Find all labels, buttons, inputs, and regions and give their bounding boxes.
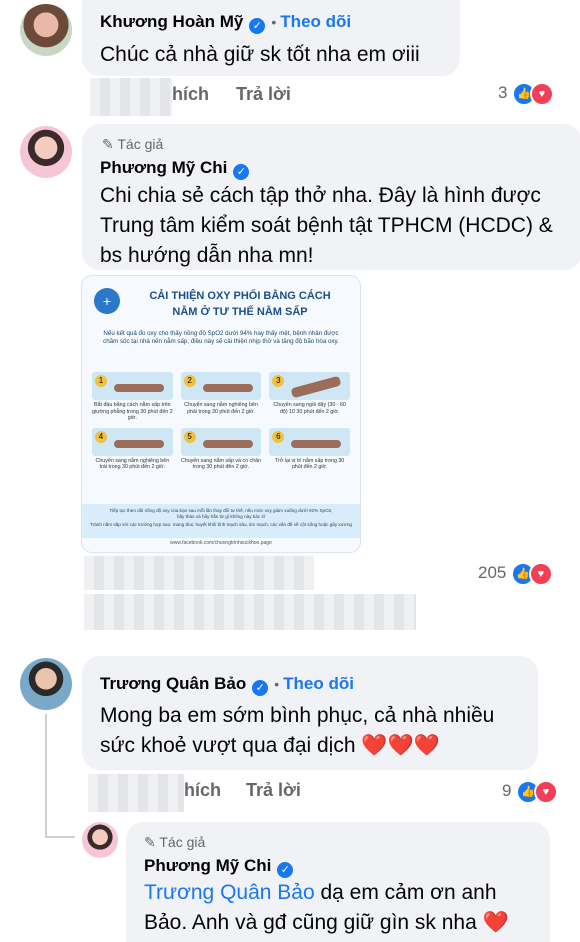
- separator-dot: •: [274, 676, 280, 692]
- poster-step: 2 Chuyển sang nằm nghiêng bên phải trong…: [180, 372, 262, 422]
- author-name[interactable]: Phương Mỹ Chi: [100, 158, 227, 177]
- comment-text: Mong ba em sớm bình phục, cả nhà nhiều s…: [100, 704, 495, 757]
- reply-text: Trương Quân Bảo dạ em cảm ơn anh Bảo. An…: [144, 878, 540, 938]
- avatar-truong-quan-bao[interactable]: [20, 658, 72, 710]
- author-name[interactable]: Phương Mỹ Chi: [144, 856, 271, 875]
- comment-text: Chúc cả nhà giữ sk tốt nha em ơiii: [100, 43, 420, 66]
- poster-source: www.facebook.com/chuongtrinhsuckhoe.page: [170, 540, 272, 546]
- poster-title-2: NẰM Ở TƯ THẾ NẰM SẤP: [172, 306, 308, 318]
- reaction-summary[interactable]: 9 👍 ♥: [502, 780, 558, 804]
- avatar-phuong-my-chi[interactable]: [20, 126, 72, 178]
- blurred-like-label: [88, 774, 184, 812]
- blurred-like-label: [90, 78, 172, 116]
- pen-icon: ✎: [144, 834, 156, 850]
- author-tag-label: Tác giả: [159, 834, 206, 850]
- verified-badge-icon: ✓: [252, 680, 269, 696]
- like-button[interactable]: hích: [172, 84, 209, 105]
- separator-dot: •: [271, 14, 277, 30]
- author-tag-label: Tác giả: [117, 136, 164, 152]
- author-name[interactable]: Khương Hoàn Mỹ: [100, 12, 243, 31]
- heart-icon: ♥: [528, 562, 553, 586]
- author-tag: ✎ Tác giả: [144, 834, 205, 851]
- heart-icon: ♥: [529, 82, 554, 106]
- reply-thread-line: [45, 714, 47, 838]
- poster-logo-icon: +: [94, 288, 120, 314]
- attached-poster-image[interactable]: + CẢI THIỆN OXY PHỔI BẰNG CÁCH NẰM Ở TƯ …: [82, 276, 360, 552]
- poster-step: 5 Chuyển sang nằm sấp và co chân trong 3…: [180, 427, 262, 471]
- like-button[interactable]: hích: [184, 780, 221, 801]
- blurred-replies-link: [84, 594, 416, 630]
- comment-2-header: Phương Mỹ Chi ✓: [100, 158, 250, 180]
- reaction-count: 205: [478, 563, 507, 583]
- reaction-count: 9: [502, 781, 512, 801]
- reaction-summary[interactable]: 205 👍 ♥: [478, 562, 553, 586]
- poster-steps-grid: 1 Bắt đầu bằng cách nằm sấp trên giường …: [92, 372, 350, 471]
- reply-thread-branch: [45, 836, 75, 838]
- verified-badge-icon: ✓: [277, 862, 294, 878]
- follow-button[interactable]: Theo dõi: [280, 12, 351, 31]
- verified-badge-icon: ✓: [249, 18, 266, 34]
- poster-footer: Tiếp tục theo dõi nồng độ oxy của bạn sa…: [82, 504, 360, 538]
- blurred-actions: [84, 556, 314, 590]
- verified-badge-icon: ✓: [233, 164, 250, 180]
- reply-header: Phương Mỹ Chi ✓: [144, 856, 294, 878]
- avatar-phuong-my-chi[interactable]: [82, 822, 118, 858]
- poster-step: 4 Chuyển sang nằm nghiêng bên trái trong…: [92, 427, 173, 471]
- poster-intro: Nếu kết quả đo oxy cho thấy nồng độ SpO2…: [103, 330, 339, 345]
- reaction-summary[interactable]: 3 👍 ♥: [498, 82, 554, 106]
- poster-step: 3 Chuyển sang ngồi dậy (30 - 60 độ) 10 3…: [269, 372, 350, 422]
- comment-3-header: Trương Quân Bảo ✓ • Theo dõi: [100, 674, 354, 696]
- reaction-count: 3: [498, 83, 508, 103]
- heart-icon: ♥: [533, 780, 558, 804]
- avatar-khuong-hoan-my[interactable]: [20, 4, 72, 56]
- poster-step: 1 Bắt đầu bằng cách nằm sấp trên giường …: [92, 372, 173, 422]
- reply-button[interactable]: Trả lời: [246, 780, 301, 801]
- author-tag: ✎ Tác giả: [102, 136, 163, 153]
- comment-1-header: Khương Hoàn Mỹ ✓ • Theo dõi: [100, 12, 351, 34]
- comment-text: Chi chia sẻ cách tập thở nha. Đây là hìn…: [100, 184, 553, 267]
- author-name[interactable]: Trương Quân Bảo: [100, 674, 246, 693]
- follow-button[interactable]: Theo dõi: [283, 674, 354, 693]
- poster-title-1: CẢI THIỆN OXY PHỔI BẰNG CÁCH: [149, 290, 331, 302]
- reply-button[interactable]: Trả lời: [236, 84, 291, 105]
- mention-link[interactable]: Trương Quân Bảo: [144, 881, 315, 904]
- poster-step: 6 Trở lại vị trí nằm sấp trong 30 phút đ…: [269, 427, 350, 471]
- pen-icon: ✎: [102, 136, 114, 152]
